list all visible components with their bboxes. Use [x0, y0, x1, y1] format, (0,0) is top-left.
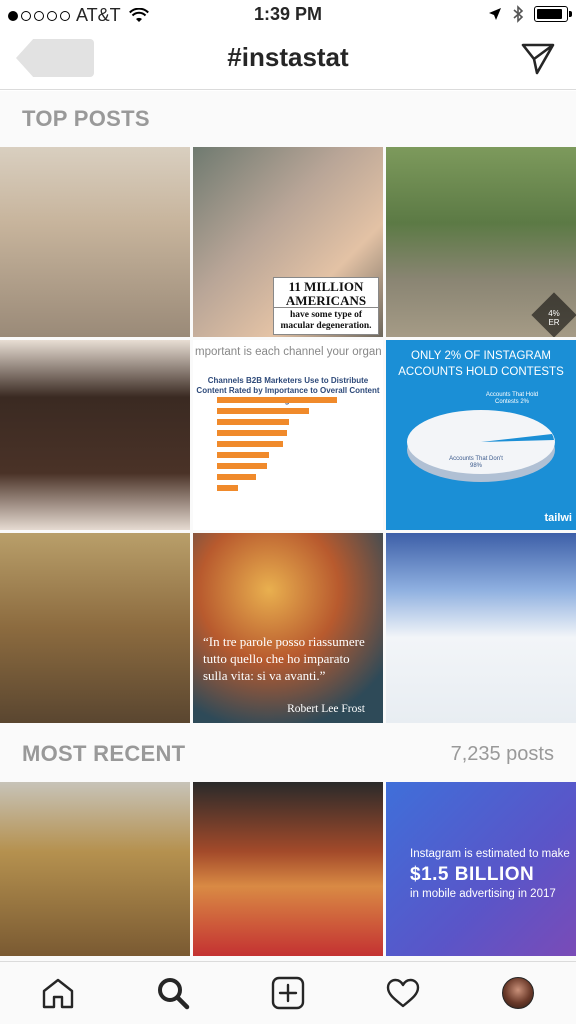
- pie-chart-graphic: [407, 410, 555, 482]
- send-icon[interactable]: [520, 42, 556, 76]
- section-title: MOST RECENT: [22, 741, 186, 766]
- infographic-header-line: ACCOUNTS HOLD CONTESTS: [398, 366, 564, 378]
- post-thumbnail[interactable]: Instagram is estimated to make $1.5 BILL…: [386, 782, 576, 956]
- post-thumbnail[interactable]: [0, 147, 190, 337]
- tab-home[interactable]: [33, 968, 83, 1018]
- er-badge-text: 4% ER: [548, 309, 560, 327]
- page-title: #instastat: [227, 42, 349, 72]
- post-thumbnail[interactable]: [0, 340, 190, 530]
- status-bar: AT&T 1:39 PM: [0, 0, 576, 30]
- tab-add-post[interactable]: [263, 968, 313, 1018]
- search-icon: [157, 978, 190, 1010]
- post-thumbnail[interactable]: 4% ER: [386, 147, 576, 337]
- battery-level: [537, 9, 563, 19]
- heart-icon: [386, 978, 420, 1008]
- quote-text: “In tre parole posso riassumere tutto qu…: [203, 634, 365, 683]
- post-thumbnail[interactable]: [0, 533, 190, 723]
- post-thumbnail[interactable]: [0, 782, 190, 956]
- post-subtext: have some type of macular degeneration.: [273, 307, 379, 335]
- hashtag-feed[interactable]: TOP POSTS 11 MILLION AMERICANS have some…: [0, 91, 576, 961]
- post-count: 7,235 posts: [450, 742, 554, 765]
- status-right: [488, 5, 572, 23]
- post-thumbnail[interactable]: ONLY 2% OF INSTAGRAM ACCOUNTS HOLD CONTE…: [386, 340, 576, 530]
- pie-label: Accounts That Don't 98%: [449, 456, 503, 469]
- add-post-icon: [271, 976, 305, 1010]
- infographic-header: mportant is each channel your organiz: [195, 346, 381, 358]
- tab-activity[interactable]: [378, 968, 428, 1018]
- top-posts-grid: 11 MILLION AMERICANS have some type of m…: [0, 147, 576, 723]
- post-headline: 11 MILLION AMERICANS: [273, 277, 379, 311]
- infographic-brand: tailwi: [544, 512, 572, 524]
- post-thumbnail[interactable]: [193, 782, 383, 956]
- home-icon: [42, 978, 73, 1009]
- most-recent-grid: Instagram is estimated to make $1.5 BILL…: [0, 782, 576, 956]
- battery-icon: [534, 6, 572, 22]
- infographic-bars: [217, 396, 337, 495]
- tab-bar: [0, 961, 576, 1024]
- tab-search[interactable]: [148, 968, 198, 1018]
- quote-author: Robert Lee Frost: [287, 703, 365, 715]
- post-thumbnail[interactable]: 11 MILLION AMERICANS have some type of m…: [193, 147, 383, 337]
- pie-label: Accounts That Hold Contests 2%: [485, 392, 539, 405]
- location-arrow-icon: [489, 8, 501, 20]
- top-posts-header: TOP POSTS: [0, 91, 576, 147]
- infographic-header-line: ONLY 2% OF INSTAGRAM: [411, 350, 551, 362]
- ad-text: in mobile advertising in 2017: [410, 888, 556, 900]
- navigation-bar: #instastat: [0, 30, 576, 90]
- ad-text: Instagram is estimated to make: [410, 848, 570, 860]
- post-thumbnail[interactable]: [386, 533, 576, 723]
- tab-profile[interactable]: [493, 968, 543, 1018]
- avatar: [502, 977, 535, 1009]
- most-recent-header: MOST RECENT 7,235 posts: [0, 726, 576, 782]
- section-title: TOP POSTS: [22, 106, 150, 131]
- infographic-header: ONLY 2% OF INSTAGRAM ACCOUNTS HOLD CONTE…: [386, 348, 576, 380]
- ad-headline: $1.5 BILLION: [410, 864, 535, 885]
- post-thumbnail[interactable]: mportant is each channel your organiz Ch…: [193, 340, 383, 530]
- post-thumbnail[interactable]: “In tre parole posso riassumere tutto qu…: [193, 533, 383, 723]
- bluetooth-icon: [513, 5, 524, 23]
